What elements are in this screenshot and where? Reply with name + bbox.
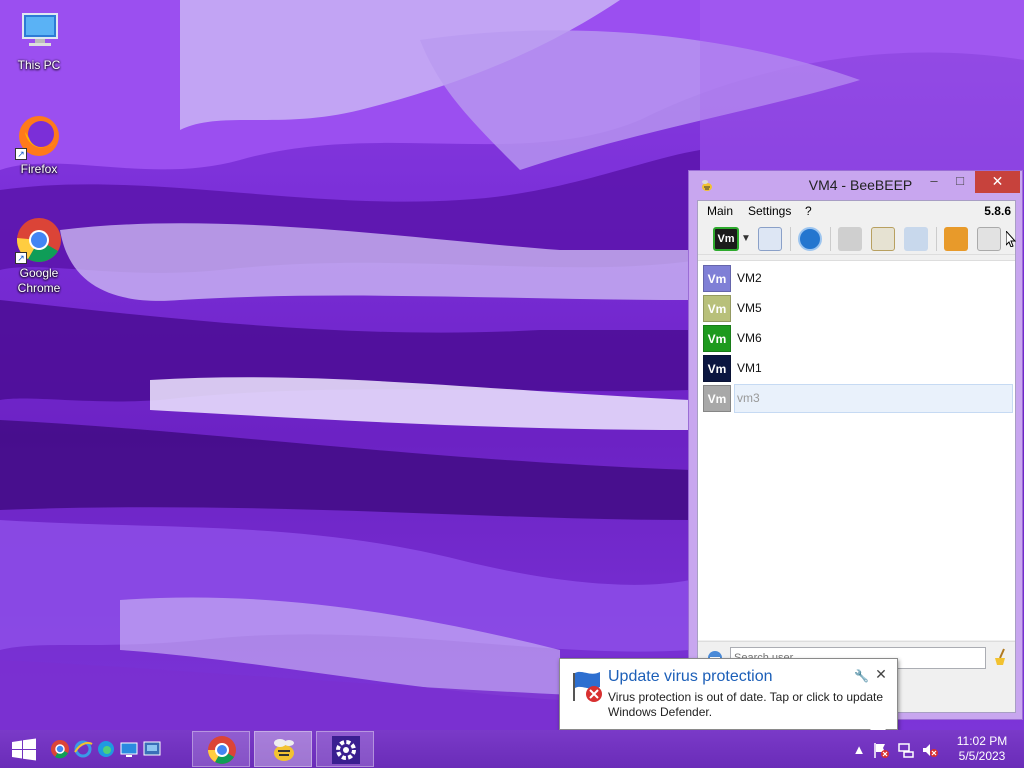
windows-logo-icon	[12, 738, 36, 761]
maximize-button[interactable]: □	[947, 171, 973, 193]
chrome-icon: ↗	[15, 216, 63, 264]
avatar: Vm	[703, 265, 731, 292]
avatar: Vm	[703, 355, 731, 382]
gear-icon	[332, 736, 360, 764]
beebeep-window: VM4 - BeeBEEP – □ ✕ Main Settings ? 5.8.…	[688, 170, 1023, 720]
desktop-display-icon[interactable]	[119, 739, 139, 759]
clock-date: 5/5/2023	[958, 749, 1006, 763]
edge-icon[interactable]	[96, 739, 116, 759]
version-label: 5.8.6	[984, 204, 1011, 218]
mail-icon[interactable]	[838, 227, 862, 251]
this-pc-icon	[15, 8, 63, 56]
system-clock[interactable]: 11:02 PM 5/5/2023	[944, 734, 1020, 764]
selection-highlight	[734, 384, 1013, 413]
user-name: VM6	[737, 331, 762, 345]
network-icon[interactable]	[897, 741, 915, 759]
chrome-quicklaunch-icon[interactable]	[50, 739, 70, 759]
shortcut-arrow-icon: ↗	[15, 252, 27, 264]
notification-body: Virus protection is out of date. Tap or …	[608, 690, 884, 719]
network-broadcast-icon[interactable]	[798, 227, 822, 251]
security-flag-icon	[573, 671, 602, 702]
toolbar-separator	[790, 227, 791, 251]
desktop-icon-chrome[interactable]: ↗ Google Chrome	[1, 216, 77, 296]
user-list: Vm VM2 Vm VM5 Vm VM6 Vm VM1 Vm vm3	[698, 260, 1015, 700]
user-name: VM5	[737, 301, 762, 315]
taskbar-beebeep-button[interactable]	[254, 731, 312, 767]
shortcut-arrow-icon: ↗	[15, 148, 27, 160]
start-button[interactable]	[8, 730, 40, 768]
notification-close-button[interactable]: ✕	[873, 666, 889, 682]
edit-profile-icon[interactable]	[758, 227, 782, 251]
send-file-icon[interactable]	[944, 227, 968, 251]
wrench-icon[interactable]: 🔧	[854, 669, 869, 683]
window-client-area: Main Settings ? 5.8.6 Vm ▼ Vm VM2 Vm VM5…	[697, 200, 1017, 713]
remote-desktop-icon[interactable]	[142, 739, 162, 759]
notification-title: Update virus protection	[608, 668, 773, 685]
desktop-icon-firefox[interactable]: ↗ Firefox	[1, 112, 77, 177]
user-list-item-selected[interactable]: Vm vm3	[703, 384, 1013, 413]
user-name: vm3	[737, 391, 760, 405]
tools-icon[interactable]	[904, 227, 928, 251]
user-name: VM2	[737, 271, 762, 285]
menu-help[interactable]: ?	[805, 204, 812, 218]
beebeep-bee-icon	[274, 739, 294, 761]
user-name: VM1	[737, 361, 762, 375]
mouse-cursor-icon	[1005, 229, 1017, 248]
desktop-icon-this-pc[interactable]: This PC	[1, 8, 77, 73]
firefox-icon: ↗	[15, 112, 63, 160]
chevron-down-icon[interactable]: ▼	[740, 227, 752, 251]
user-list-item[interactable]: Vm VM2	[703, 264, 1013, 293]
avatar: Vm	[703, 325, 731, 352]
toolbar-separator	[830, 227, 831, 251]
window-titlebar[interactable]: VM4 - BeeBEEP – □ ✕	[689, 171, 1022, 200]
menu-bar: Main Settings ? 5.8.6	[698, 201, 1015, 221]
desktop-icon-label: This PC	[17, 58, 61, 72]
taskbar-chrome-button[interactable]	[192, 731, 250, 767]
avatar: Vm	[703, 295, 731, 322]
virus-protection-notification[interactable]: Update virus protection Virus protection…	[559, 658, 898, 739]
internet-explorer-icon[interactable]	[73, 739, 93, 759]
user-list-item[interactable]: Vm VM5	[703, 294, 1013, 323]
clear-broom-icon[interactable]	[992, 648, 1010, 666]
clock-time: 11:02 PM	[956, 734, 1008, 748]
toolbar: Vm ▼	[698, 221, 1017, 255]
toolbar-separator	[936, 227, 937, 251]
chrome-icon	[208, 736, 236, 764]
show-hidden-icons-chevron-icon[interactable]: ▲	[850, 741, 868, 759]
menu-main[interactable]: Main	[707, 204, 733, 218]
desktop-icon-label: Firefox	[20, 162, 58, 176]
taskbar-settings-button[interactable]	[316, 731, 374, 767]
desktop-icon-label: Google Chrome	[17, 266, 61, 295]
volume-muted-icon[interactable]	[921, 741, 939, 759]
action-center-flag-icon[interactable]	[872, 741, 890, 759]
close-button[interactable]: ✕	[975, 171, 1020, 193]
status-avatar-button[interactable]: Vm	[713, 227, 739, 251]
avatar: Vm	[703, 385, 731, 412]
trash-icon[interactable]	[977, 227, 1001, 251]
minimize-button[interactable]: –	[921, 171, 947, 193]
note-edit-icon[interactable]	[871, 227, 895, 251]
taskbar: ▲ 11:02 PM 5/5/2023	[0, 730, 1024, 768]
menu-settings[interactable]: Settings	[748, 204, 791, 218]
user-list-item[interactable]: Vm VM1	[703, 354, 1013, 383]
user-list-item[interactable]: Vm VM6	[703, 324, 1013, 353]
